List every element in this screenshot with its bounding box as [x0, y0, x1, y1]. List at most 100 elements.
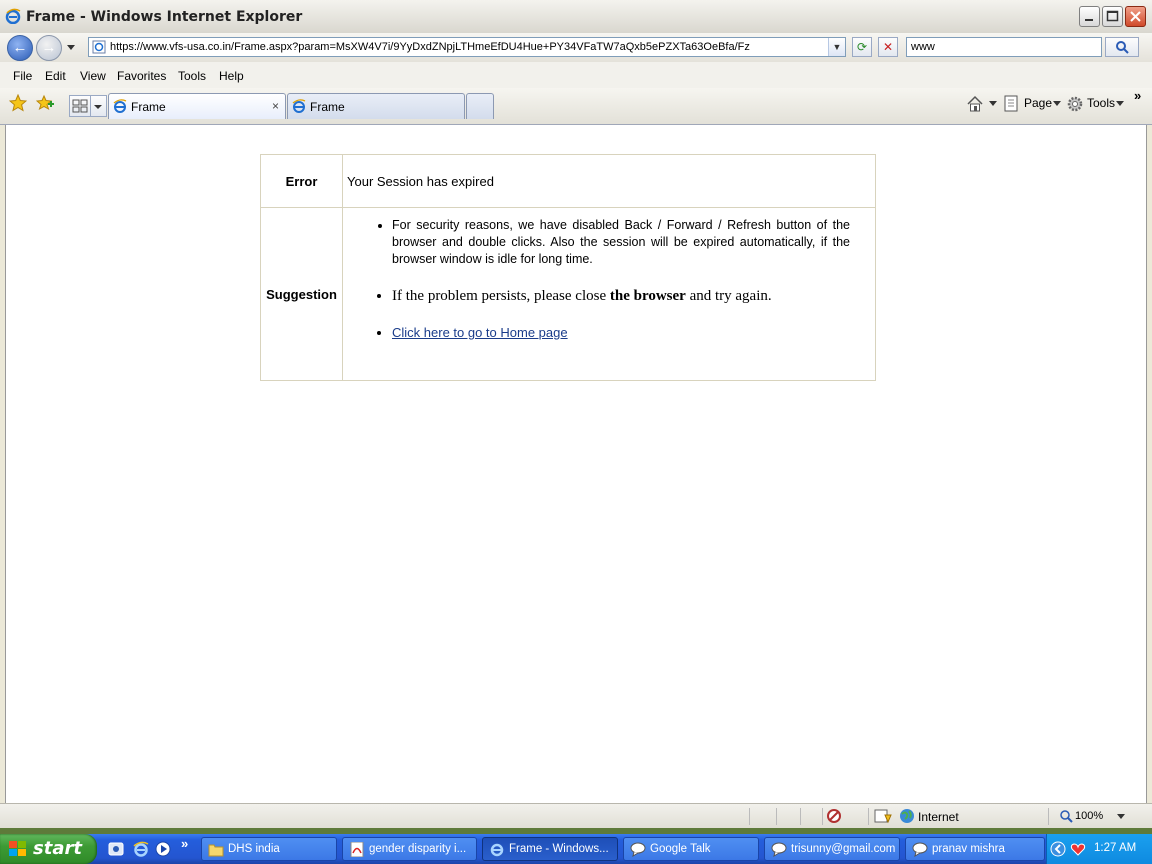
close-icon — [1130, 11, 1141, 22]
error-label: Error — [260, 154, 343, 208]
suggestion-text-end: and try again. — [685, 288, 772, 304]
chevron-down-icon — [1053, 101, 1061, 106]
zoom-icon — [1060, 810, 1073, 823]
ie-page-icon — [292, 99, 306, 113]
home-page-link[interactable]: Click here to go to Home page — [392, 325, 568, 340]
security-zone-label: Internet — [918, 810, 959, 824]
recent-pages-dropdown-icon[interactable] — [66, 44, 76, 52]
maximize-button[interactable] — [1102, 6, 1123, 27]
task-label: Google Talk — [650, 843, 711, 855]
task-gender-disparity[interactable]: gender disparity i... — [342, 837, 477, 861]
ie-logo-icon — [5, 8, 21, 24]
popup-blocker-icon[interactable] — [826, 808, 842, 824]
system-tray: 1:27 AM — [1046, 834, 1152, 864]
quick-launch-overflow-icon[interactable]: » — [181, 836, 188, 851]
task-label: pranav mishra — [932, 843, 1005, 855]
quick-tabs-button[interactable] — [69, 95, 91, 117]
zoom-level[interactable]: 100% — [1075, 810, 1103, 822]
error-table: Error Your Session has expired Suggestio… — [260, 154, 876, 381]
suggestion-list: For security reasons, we have disabled B… — [344, 209, 874, 379]
tray-expand-icon[interactable] — [1050, 841, 1066, 857]
gear-icon[interactable] — [1066, 95, 1084, 113]
suggestion-security: For security reasons, we have disabled B… — [392, 209, 850, 268]
menu-file[interactable]: File — [13, 69, 32, 83]
search-icon — [1116, 41, 1129, 54]
url-text[interactable]: https://www.vfs-usa.co.in/Frame.aspx?par… — [110, 41, 750, 53]
back-arrow-icon: ← — [12, 39, 28, 56]
refresh-button[interactable]: ⟳ — [852, 37, 872, 57]
start-button[interactable]: start — [0, 834, 97, 864]
error-row: Error Your Session has expired — [260, 154, 876, 208]
menu-view[interactable]: View — [80, 69, 106, 83]
chevron-down-icon: ▼ — [832, 42, 842, 52]
window-title: Frame - Windows Internet Explorer — [26, 9, 303, 25]
windows-flag-icon — [9, 841, 26, 856]
menu-favorites[interactable]: Favorites — [117, 69, 166, 83]
search-button[interactable] — [1105, 37, 1139, 57]
home-dropdown-icon[interactable] — [989, 101, 997, 107]
protected-mode-icon[interactable] — [874, 808, 892, 824]
page-icon — [92, 40, 106, 54]
menu-bar: File Edit View Favorites Tools Help — [0, 62, 1152, 89]
task-label: Frame - Windows... — [509, 843, 609, 855]
page-menu[interactable]: Page — [1024, 96, 1052, 110]
suggestion-label: Suggestion — [260, 207, 343, 381]
task-label: trisunny@gmail.com — [791, 843, 896, 855]
page-content: Error Your Session has expired Suggestio… — [5, 125, 1147, 803]
refresh-icon: ⟳ — [856, 40, 868, 54]
chevron-down-icon — [94, 105, 102, 109]
minimize-icon — [1085, 19, 1093, 21]
stop-icon: ✕ — [882, 40, 894, 54]
task-pranav-chat[interactable]: pranav mishra — [905, 837, 1045, 861]
favorites-star-icon[interactable] — [9, 94, 27, 112]
status-bar: Internet 100% — [0, 803, 1152, 829]
show-desktop-icon[interactable] — [108, 841, 124, 857]
forward-button[interactable]: → — [36, 35, 62, 61]
forward-arrow-icon: → — [41, 39, 57, 56]
tab-label: Frame — [131, 100, 166, 114]
tools-menu[interactable]: Tools — [1087, 96, 1115, 110]
close-button[interactable] — [1125, 6, 1146, 27]
search-input[interactable]: www — [906, 37, 1102, 57]
media-player-icon[interactable] — [155, 841, 171, 857]
tab-frame-active[interactable]: Frame × — [108, 93, 286, 119]
suggestion-close-browser: If the problem persists, please close th… — [392, 268, 850, 305]
gmail-notifier-icon[interactable] — [1070, 841, 1086, 857]
title-bar[interactable]: Frame - Windows Internet Explorer — [0, 0, 1152, 34]
chat-icon — [630, 842, 646, 857]
home-icon[interactable] — [966, 95, 984, 113]
tab-close-icon[interactable]: × — [272, 99, 279, 113]
tab-bar: Frame × Frame Page Tools » — [0, 88, 1152, 125]
suggestion-bold-text: the browser — [609, 288, 686, 304]
suggestion-cell: For security reasons, we have disabled B… — [342, 207, 876, 381]
menu-edit[interactable]: Edit — [45, 69, 66, 83]
menu-help[interactable]: Help — [219, 69, 244, 83]
quick-tabs-icon — [72, 99, 88, 113]
back-button[interactable]: ← — [7, 35, 33, 61]
task-trisunny-chat[interactable]: trisunny@gmail.com — [764, 837, 900, 861]
task-google-talk[interactable]: Google Talk — [623, 837, 759, 861]
page-menu-icon[interactable] — [1004, 95, 1020, 113]
stop-button[interactable]: ✕ — [878, 37, 898, 57]
toolbar-overflow-icon[interactable]: » — [1134, 88, 1141, 103]
chevron-down-icon — [1116, 101, 1124, 106]
tab-label: Frame — [310, 100, 345, 114]
task-dhs-india[interactable]: DHS india — [201, 837, 337, 861]
tab-frame[interactable]: Frame — [287, 93, 465, 119]
minimize-button[interactable] — [1079, 6, 1100, 27]
task-label: gender disparity i... — [369, 843, 467, 855]
new-tab-button[interactable] — [466, 93, 494, 119]
error-message: Your Session has expired — [342, 154, 876, 208]
tab-list-button[interactable] — [91, 95, 107, 117]
suggestion-home: Click here to go to Home page — [392, 305, 850, 379]
task-frame-windows[interactable]: Frame - Windows... — [482, 837, 618, 861]
menu-tools[interactable]: Tools — [178, 69, 206, 83]
maximize-icon — [1106, 10, 1119, 22]
add-favorite-icon[interactable] — [36, 94, 54, 112]
start-label: start — [33, 838, 82, 859]
zoom-dropdown-icon[interactable] — [1117, 814, 1125, 820]
address-dropdown-button[interactable]: ▼ — [828, 38, 845, 56]
address-bar[interactable]: https://www.vfs-usa.co.in/Frame.aspx?par… — [88, 37, 846, 57]
chat-icon — [912, 842, 928, 857]
internet-explorer-icon[interactable] — [133, 841, 149, 857]
